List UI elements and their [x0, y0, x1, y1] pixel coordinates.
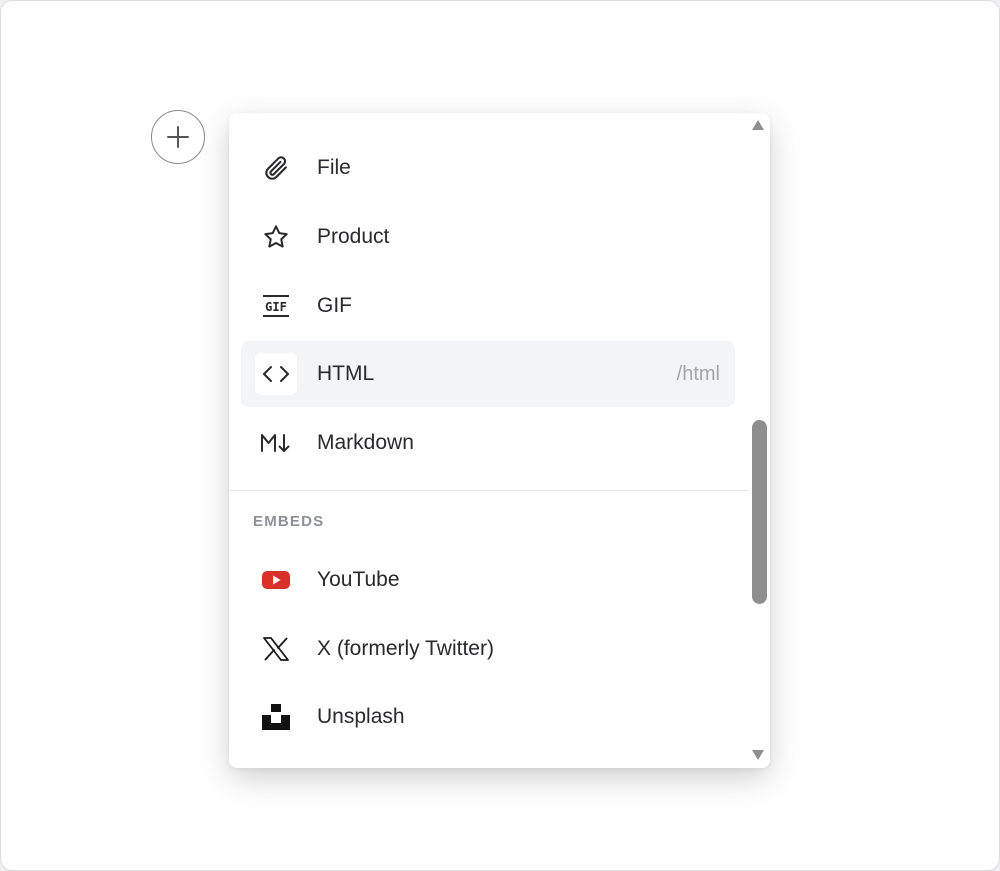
menu-item-product[interactable]: Product — [241, 204, 735, 270]
add-block-button[interactable] — [151, 110, 205, 164]
menu-item-gif[interactable]: GIF GIF — [241, 273, 735, 339]
menu-item-file[interactable]: File — [241, 135, 735, 201]
paperclip-icon — [255, 147, 297, 189]
menu-item-label: Markdown — [317, 431, 414, 454]
menu-item-youtube[interactable]: YouTube — [241, 547, 735, 613]
menu-item-label: YouTube — [317, 568, 400, 591]
menu-item-label: Unsplash — [317, 705, 405, 728]
menu-item-html[interactable]: HTML /html — [241, 341, 735, 407]
menu-item-label: X (formerly Twitter) — [317, 637, 494, 660]
menu-item-label: HTML — [317, 362, 375, 385]
embeds-section-header: EMBEDS — [253, 513, 325, 530]
insert-card-menu: File Product GIF GIF HTML /html Markdown… — [229, 113, 770, 768]
shortcut-hint: /html — [676, 362, 720, 385]
star-icon — [255, 216, 297, 258]
scroll-up-arrow-icon[interactable] — [751, 119, 765, 131]
menu-item-markdown[interactable]: Markdown — [241, 410, 735, 476]
menu-item-label: GIF — [317, 294, 352, 317]
svg-text:GIF: GIF — [265, 300, 287, 314]
menu-item-x-twitter[interactable]: X (formerly Twitter) — [241, 616, 735, 682]
menu-item-label: Product — [317, 225, 390, 248]
plus-icon — [167, 126, 189, 148]
gif-icon: GIF — [255, 285, 297, 327]
code-icon — [255, 353, 297, 395]
scroll-down-arrow-icon[interactable] — [751, 749, 765, 761]
x-twitter-icon — [255, 628, 297, 670]
section-divider — [229, 490, 748, 491]
youtube-icon — [255, 559, 297, 601]
unsplash-icon — [255, 696, 297, 738]
menu-item-unsplash[interactable]: Unsplash — [241, 684, 735, 750]
scrollbar-thumb[interactable] — [752, 420, 767, 604]
menu-item-label: File — [317, 156, 351, 179]
markdown-icon — [255, 422, 297, 464]
